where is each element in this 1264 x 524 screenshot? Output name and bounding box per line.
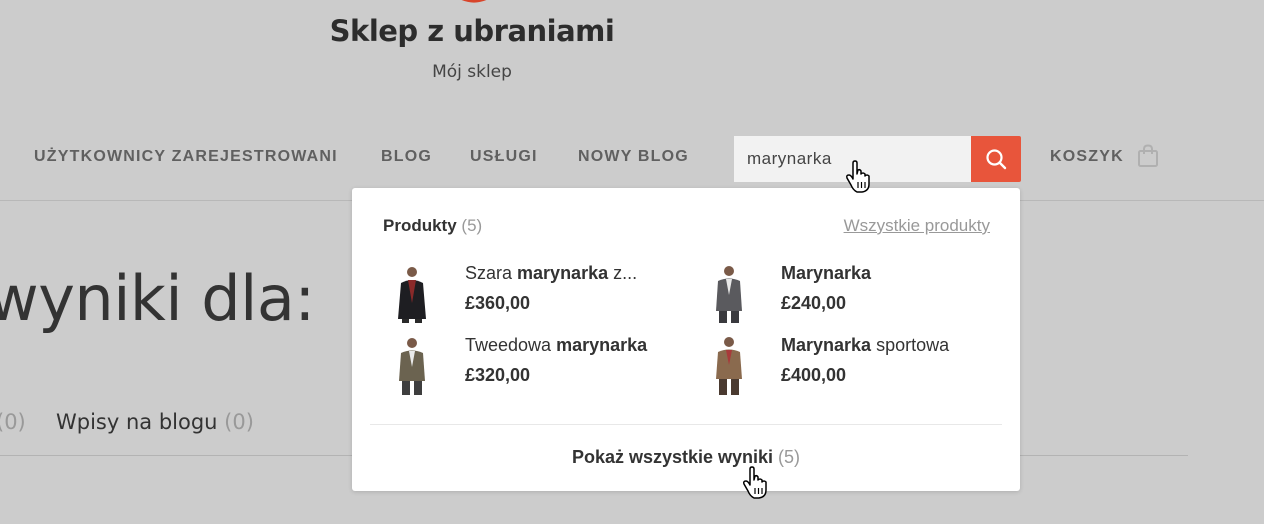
search-icon	[986, 149, 1007, 170]
product-name-suffix: z...	[608, 263, 638, 283]
nav-item-services[interactable]: USŁUGI	[470, 148, 538, 166]
product-price: £400,00	[781, 365, 847, 385]
product-suggestion[interactable]: Tweedowa marynarka £320,00	[389, 335, 689, 397]
product-thumbnail	[399, 338, 425, 395]
products-section-header: Produkty (5)	[383, 216, 482, 236]
search-suggestions-dropdown: Produkty (5) Wszystkie produkty Szara ma…	[352, 188, 1020, 491]
product-thumbnail	[716, 337, 742, 395]
product-name-match: Marynarka	[781, 335, 872, 355]
all-products-link[interactable]: Wszystkie produkty	[844, 216, 990, 236]
show-all-count: (5)	[778, 447, 801, 467]
section-title: Produkty	[383, 216, 457, 235]
product-price: £320,00	[465, 365, 531, 385]
search-button[interactable]	[971, 136, 1021, 182]
hand-pointer-cursor-icon	[743, 466, 767, 499]
dropdown-divider	[370, 424, 1002, 425]
tab-products[interactable]: (0)	[0, 410, 26, 434]
nav-item-cart[interactable]: KOSZYK	[1050, 148, 1124, 166]
product-name: Marynarka	[781, 263, 871, 284]
product-name-match: Marynarka	[781, 263, 872, 283]
product-suggestion[interactable]: Marynarka £240,00	[705, 263, 1005, 325]
product-price: £240,00	[781, 293, 847, 313]
product-price: £360,00	[465, 293, 531, 313]
product-name-match: marynarka	[517, 263, 609, 283]
tab-blog-posts[interactable]: Wpisy na blogu (0)	[56, 410, 254, 434]
product-thumbnail	[398, 267, 426, 323]
show-all-results-button[interactable]: Pokaż wszystkie wyniki (5)	[352, 447, 1020, 468]
product-name: Szara marynarka z...	[465, 263, 637, 284]
tab-count: (0)	[0, 410, 26, 434]
product-name: Tweedowa marynarka	[465, 335, 647, 356]
tab-label: Wpisy na blogu	[56, 410, 218, 434]
product-name-suffix: sportowa	[871, 335, 950, 355]
product-suggestion[interactable]: Marynarka sportowa £400,00	[705, 335, 1005, 397]
site-tagline: Mój sklep	[432, 62, 512, 82]
shopping-bag-icon[interactable]	[1137, 144, 1159, 168]
logo-icon	[461, 0, 487, 3]
hand-pointer-cursor-icon	[846, 160, 870, 193]
nav-item-blog[interactable]: BLOG	[381, 148, 432, 166]
search-results-heading: wyniki dla:	[0, 262, 315, 335]
product-name-prefix: Szara	[465, 263, 518, 283]
product-name-prefix: Tweedowa	[465, 335, 557, 355]
product-suggestion[interactable]: Szara marynarka z... £360,00	[389, 263, 689, 325]
site-title[interactable]: Sklep z ubraniami	[300, 14, 644, 48]
product-name-match: marynarka	[556, 335, 648, 355]
section-count: (5)	[461, 216, 483, 235]
product-thumbnail	[716, 266, 742, 323]
nav-item-new-blog[interactable]: NOWY BLOG	[578, 148, 689, 166]
show-all-label: Pokaż wszystkie wyniki	[571, 447, 774, 467]
tab-count: (0)	[224, 410, 254, 434]
nav-item-registered-users[interactable]: UŻYTKOWNICY ZAREJESTROWANI	[34, 148, 338, 166]
product-name: Marynarka sportowa	[781, 335, 949, 356]
